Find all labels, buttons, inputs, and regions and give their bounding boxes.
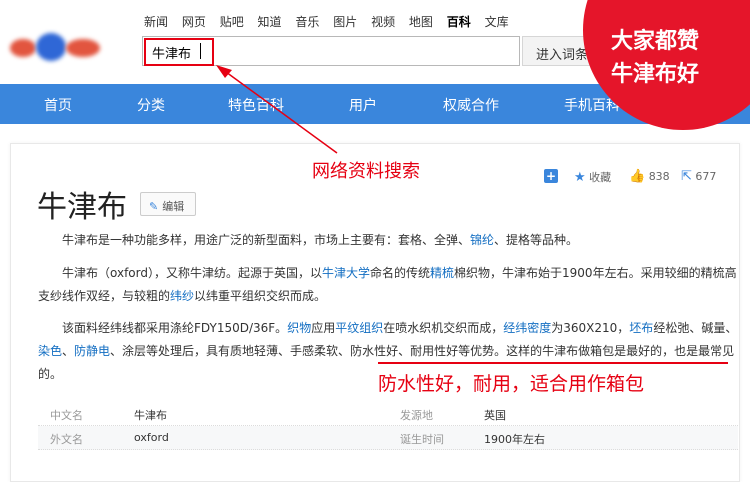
star-icon: ★: [574, 170, 586, 185]
collect-button[interactable]: ★ 收藏: [574, 169, 611, 185]
pencil-icon: ✎: [149, 200, 159, 213]
link-fabric[interactable]: 织物: [287, 321, 311, 335]
info-key: 中文名: [50, 409, 83, 422]
nav-tab-home[interactable]: 首页: [44, 95, 72, 115]
nav-link-wenku[interactable]: 文库: [485, 15, 509, 29]
thumbs-up-icon: 👍: [629, 169, 646, 184]
link-antistatic[interactable]: 防静电: [74, 344, 110, 358]
info-row: 中文名 牛津布 发源地 英国: [38, 402, 738, 426]
edit-button[interactable]: ✎ 编辑: [140, 192, 196, 216]
nav-link-web[interactable]: 网页: [182, 15, 206, 29]
info-row: 外文名 oxford 诞生时间 1900年左右: [38, 426, 738, 450]
like-button[interactable]: 👍 838: [629, 169, 670, 184]
link-weft-yarn[interactable]: 纬纱: [170, 289, 194, 303]
search-annotation-label: 网络资料搜索: [312, 161, 420, 182]
info-value: 英国: [484, 409, 506, 422]
info-key: 诞生时间: [400, 433, 444, 446]
nav-link-zhidao[interactable]: 知道: [258, 15, 282, 29]
nav-link-baike[interactable]: 百科: [447, 15, 471, 29]
badge-line-1: 大家都赞: [611, 29, 700, 54]
paragraph-2: 牛津布（oxford），又称牛津纺。起源于英国，以牛津大学命名的传统精梳棉织物，…: [38, 266, 737, 303]
advantage-annotation: 防水性好，耐用，适合用作箱包: [378, 373, 645, 395]
share-icon: ⇱: [681, 169, 692, 184]
nav-link-video[interactable]: 视频: [371, 15, 395, 29]
baidu-logo[interactable]: [8, 31, 104, 61]
link-combed[interactable]: 精梳: [430, 266, 454, 280]
nav-link-tieba[interactable]: 贴吧: [220, 15, 244, 29]
info-key: 发源地: [400, 409, 433, 422]
nav-tab-partners[interactable]: 权威合作: [443, 95, 499, 115]
top-nav-links: 新闻 网页 贴吧 知道 音乐 图片 视频 地图 百科 文库: [144, 13, 519, 30]
page-title: 牛津布: [37, 190, 127, 225]
badge-line-2: 牛津布好: [611, 62, 700, 87]
info-value: 1900年左右: [484, 433, 545, 446]
info-value: oxford: [134, 431, 169, 444]
search-highlight-box: [144, 38, 214, 66]
info-box: 中文名 牛津布 发源地 英国 外文名 oxford 诞生时间 1900年左右: [38, 402, 738, 450]
highlighted-sentence: 防水性好、耐用性好等优势。这样的牛津布做箱包是最好的: [350, 344, 663, 358]
nav-link-music[interactable]: 音乐: [295, 15, 319, 29]
share-button[interactable]: ⇱ 677: [681, 169, 716, 184]
nav-link-news[interactable]: 新闻: [144, 15, 168, 29]
link-plain-weave[interactable]: 平纹组织: [335, 321, 383, 335]
nav-tab-featured[interactable]: 特色百科: [228, 95, 284, 115]
nav-tab-user[interactable]: 用户: [349, 95, 377, 115]
link-thread-density[interactable]: 经纬密度: [503, 321, 551, 335]
link-oxford-university[interactable]: 牛津大学: [322, 266, 370, 280]
info-key: 外文名: [50, 433, 83, 446]
link-grey-cloth[interactable]: 坯布: [629, 321, 653, 335]
nav-tab-category[interactable]: 分类: [137, 95, 165, 115]
info-value: 牛津布: [134, 409, 167, 422]
plus-icon[interactable]: +: [544, 169, 558, 183]
nav-link-images[interactable]: 图片: [333, 15, 357, 29]
link-nylon[interactable]: 锦纶: [470, 233, 494, 247]
link-dyeing[interactable]: 染色: [38, 344, 62, 358]
nav-link-map[interactable]: 地图: [409, 15, 433, 29]
paragraph-1: 牛津布是一种功能多样，用途广泛的新型面料，市场上主要有：套格、全弹、锦纶、提格等…: [62, 233, 579, 247]
